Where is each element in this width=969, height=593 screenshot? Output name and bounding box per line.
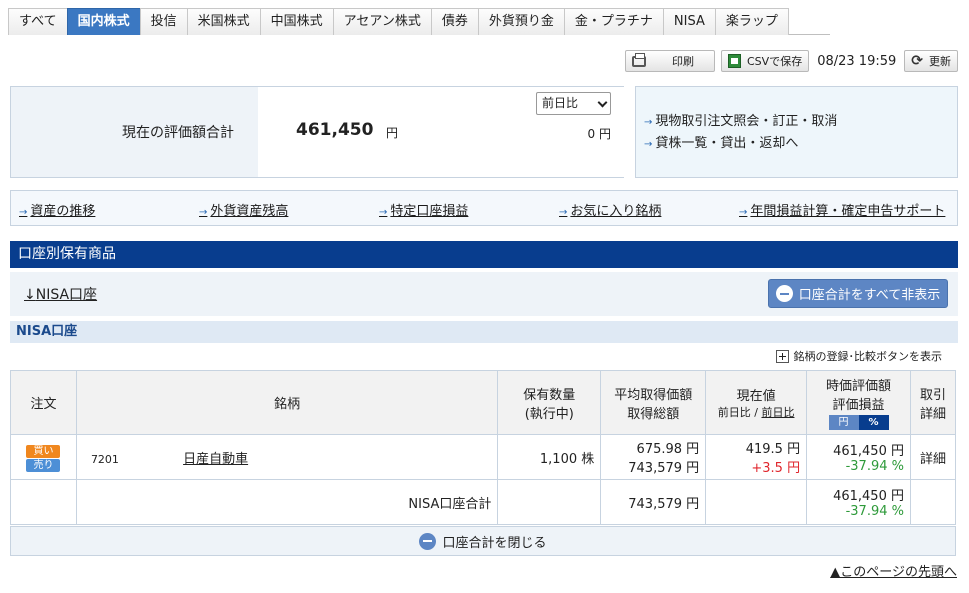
- lending-list-link[interactable]: → 貸株一覧・貸出・返却へ: [644, 133, 957, 155]
- total-valuation-unit: 円: [386, 126, 399, 140]
- valuation-diff: 0 円: [587, 127, 611, 141]
- annual-pl-link[interactable]: → 年間損益計算・確定申告サポート: [739, 200, 945, 219]
- csv-save-button[interactable]: CSVで保存: [721, 50, 810, 72]
- toolbar: 印刷 CSVで保存 08/23 19:59 ⟳ 更新: [625, 50, 958, 72]
- show-compare-buttons-toggle[interactable]: 銘柄の登録･比較ボタンを表示: [775, 348, 942, 364]
- section-title: 口座別保有商品: [10, 241, 958, 268]
- arrow-right-icon: →: [644, 117, 653, 128]
- asset-history-link[interactable]: → 資産の推移: [19, 200, 95, 219]
- tab-all[interactable]: すべて: [8, 8, 68, 35]
- stock-name-link[interactable]: 日産自動車: [183, 452, 248, 467]
- tab-domestic-stocks[interactable]: 国内株式: [66, 8, 141, 35]
- table-row: 買い 売り 7201 日産自動車 1,100 株 675.98 円 743,579…: [10, 434, 956, 480]
- market-tabs: すべて 国内株式 投信 米国株式 中国株式 アセアン株式 債券 外貨預り金 金・…: [8, 8, 830, 35]
- order-links-box: → 現物取引注文照会・訂正・取消 → 貸株一覧・貸出・返却へ: [635, 86, 958, 178]
- csv-icon: [728, 54, 741, 68]
- account-subheading: NISA口座: [10, 321, 958, 343]
- col-qty: 保有数量 (執行中): [497, 370, 602, 435]
- update-datetime: 08/23 19:59: [817, 53, 897, 69]
- market-value: 461,450 円: [833, 444, 904, 459]
- holdings-table: 注文 銘柄 保有数量 (執行中) 平均取得価額 取得総額 現在値 前日比 / 前日比…: [10, 370, 956, 525]
- arrow-right-icon: →: [644, 139, 653, 150]
- yen-pct-toggle: 円 %: [828, 415, 889, 430]
- buy-button[interactable]: 買い: [26, 444, 61, 458]
- close-account-total-button[interactable]: 口座合計を閉じる: [10, 526, 956, 556]
- tab-asean-stocks[interactable]: アセアン株式: [332, 8, 432, 35]
- tab-rakuwrap[interactable]: 楽ラップ: [714, 8, 789, 35]
- nisa-account-link[interactable]: ↓NISA口座: [24, 284, 97, 304]
- chevron-down-icon: [597, 97, 608, 108]
- col-avg: 平均取得価額 取得総額: [600, 370, 707, 435]
- refresh-label: 更新: [929, 55, 951, 68]
- tab-nisa[interactable]: NISA: [662, 8, 716, 35]
- price-change: +3.5 円: [751, 461, 801, 476]
- unrealized-pl: -37.94 %: [845, 459, 904, 474]
- avg-price: 675.98 円: [636, 442, 700, 457]
- tab-gold-platinum[interactable]: 金・プラチナ: [563, 8, 664, 35]
- holding-qty: 1,100 株: [497, 434, 602, 480]
- stock-code: 7201: [90, 452, 119, 466]
- print-label: 印刷: [672, 55, 694, 68]
- col-detail: 取引 詳細: [910, 370, 956, 435]
- col-order: 注文: [10, 370, 77, 435]
- tab-china-stocks[interactable]: 中国株式: [259, 8, 334, 35]
- total-row: NISA口座合計 743,579 円 461,450 円 -37.94 %: [10, 479, 956, 525]
- specific-account-pl-link[interactable]: → 特定口座損益: [379, 200, 468, 219]
- account-total-pl: -37.94 %: [845, 504, 904, 519]
- pct-toggle[interactable]: %: [858, 415, 889, 430]
- account-total-label: NISA口座合計: [75, 479, 499, 525]
- favorite-stocks-link[interactable]: → お気に入り銘柄: [559, 200, 661, 219]
- hide-all-totals-button[interactable]: 口座合計をすべて非表示: [768, 279, 948, 308]
- current-price: 419.5 円: [745, 442, 801, 457]
- tab-bonds[interactable]: 債券: [430, 8, 479, 35]
- account-total-value: 461,450 円: [833, 489, 904, 504]
- minus-circle-icon: [775, 285, 793, 302]
- total-valuation-value: 461,450: [296, 120, 374, 140]
- sell-button[interactable]: 売り: [26, 458, 61, 472]
- refresh-icon: ⟳: [911, 53, 923, 69]
- printer-icon: [632, 52, 646, 67]
- page-top-link[interactable]: ▲このページの先頭へ: [830, 561, 957, 580]
- order-inquiry-link[interactable]: → 現物取引注文照会・訂正・取消: [644, 111, 957, 133]
- minus-circle-icon: [419, 532, 437, 550]
- total-valuation-label: 現在の評価額合計: [122, 125, 234, 141]
- table-header-row: 注文 銘柄 保有数量 (執行中) 平均取得価額 取得総額 現在値 前日比 / 前日比…: [10, 370, 956, 435]
- plus-icon: [775, 349, 789, 363]
- prev-day-ratio-sort[interactable]: 前日比: [761, 406, 794, 419]
- foreign-assets-link[interactable]: → 外貨資産残高: [199, 200, 288, 219]
- col-name: 銘柄: [75, 370, 499, 435]
- col-current: 現在値 前日比 / 前日比: [705, 370, 808, 435]
- valuation-summary: 現在の評価額合計 461,450 円 前日比 0 円: [10, 86, 624, 178]
- yen-toggle[interactable]: 円: [828, 415, 859, 430]
- link-bar: → 資産の推移 → 外貨資産残高 → 特定口座損益 → お気に入り銘柄 → 年間損益計算・…: [10, 190, 958, 226]
- print-button[interactable]: 印刷: [625, 50, 715, 72]
- refresh-button[interactable]: ⟳ 更新: [904, 50, 958, 72]
- account-total-cost: 743,579 円: [600, 479, 707, 525]
- compare-select[interactable]: 前日比: [536, 92, 611, 115]
- col-valuation: 時価評価額 評価損益 円 %: [806, 370, 911, 435]
- detail-link[interactable]: 詳細: [910, 434, 956, 480]
- csv-label: CSVで保存: [747, 55, 803, 68]
- total-cost: 743,579 円: [628, 461, 700, 476]
- tab-funds[interactable]: 投信: [139, 8, 188, 35]
- tab-us-stocks[interactable]: 米国株式: [186, 8, 261, 35]
- account-jump-row: ↓NISA口座 口座合計をすべて非表示: [10, 272, 958, 316]
- tab-foreign-deposits[interactable]: 外貨預り金: [477, 8, 565, 35]
